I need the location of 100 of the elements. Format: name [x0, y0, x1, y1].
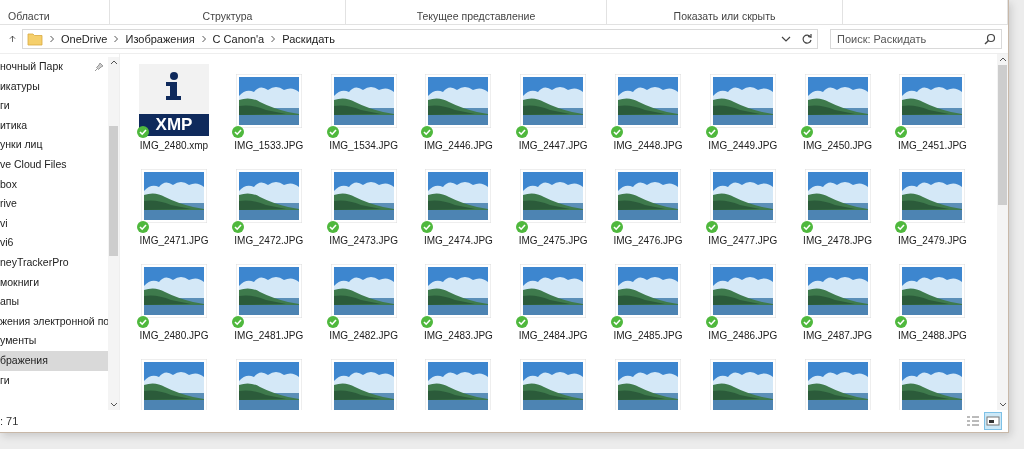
file-item[interactable]: IMG_2478.JPG	[795, 157, 880, 252]
file-name: IMG_2485.JPG	[613, 330, 683, 341]
scroll-down-icon[interactable]	[109, 402, 118, 407]
file-item[interactable]: IMG_2483.JPG	[416, 252, 501, 347]
file-item[interactable]: IMG_2448.JPG	[606, 62, 690, 157]
icons-view-button[interactable]	[984, 412, 1002, 430]
file-name: IMG_2487.JPG	[803, 330, 873, 341]
landscape-image-icon	[709, 169, 776, 223]
landscape-image-icon	[425, 264, 492, 318]
file-item[interactable]: IMG_2476.JPG	[606, 157, 690, 252]
file-item[interactable]: IMG_2480.JPG	[132, 252, 216, 347]
landscape-image-icon	[615, 74, 681, 128]
landscape-image-icon	[615, 359, 681, 410]
search-icon	[984, 33, 996, 45]
sidebar-item[interactable]: ги	[0, 370, 108, 391]
sidebar-item[interactable]: икатуры	[0, 76, 108, 97]
scroll-down-icon[interactable]	[998, 402, 1007, 407]
file-name: IMG_2477.JPG	[708, 235, 778, 246]
landscape-image-icon	[330, 359, 397, 410]
sidebar-item[interactable]: box	[0, 174, 108, 195]
file-item[interactable]: IMG_2446.JPG	[416, 62, 501, 157]
file-item[interactable]: IMG_2488.JPG	[890, 252, 975, 347]
file-item[interactable]: IMG_2475.JPG	[511, 157, 596, 252]
file-item[interactable]: IMG_2481.JPG	[226, 252, 311, 347]
breadcrumb[interactable]: Изображения	[125, 33, 195, 45]
breadcrumb[interactable]: Раскидать	[282, 33, 335, 45]
scrollbar[interactable]	[997, 54, 1008, 410]
landscape-image-icon	[899, 359, 966, 410]
file-item[interactable]: IMG_2471.JPG	[132, 157, 216, 252]
file-item[interactable]: IMG_2472.JPG	[226, 157, 311, 252]
sidebar-item[interactable]: rive	[0, 194, 108, 214]
landscape-image-icon	[235, 74, 302, 128]
scroll-up-icon[interactable]	[109, 60, 118, 65]
address-bar[interactable]: OneDrive Изображения C Canon'a Раскидать	[22, 29, 818, 49]
file-item[interactable]: IMG_2482.JPG	[321, 252, 406, 347]
landscape-image-icon	[615, 264, 681, 318]
search-field[interactable]: Поиск: Раскидать	[830, 29, 1002, 49]
sidebar-item[interactable]: vi	[0, 213, 108, 234]
file-name: IMG_2449.JPG	[708, 140, 778, 151]
file-item[interactable]: XMP IMG_2480.xmp	[132, 62, 216, 157]
breadcrumb[interactable]: OneDrive	[61, 33, 108, 45]
sidebar-item[interactable]: бражения	[0, 350, 108, 371]
file-item[interactable]: IMG_2450.JPG	[795, 62, 880, 157]
sidebar-item[interactable]: жения электронной по	[0, 311, 108, 332]
file-name: IMG_2450.JPG	[803, 140, 873, 151]
landscape-image-icon	[615, 169, 681, 223]
sidebar-item[interactable]: ги	[0, 96, 108, 116]
sidebar-item[interactable]: ументы	[0, 331, 108, 351]
file-name: IMG_2486.JPG	[708, 330, 778, 341]
file-name: IMG_2474.JPG	[423, 235, 493, 246]
file-name: IMG_1534.JPG	[329, 140, 399, 151]
file-name: IMG_2480.JPG	[139, 330, 209, 341]
sidebar-item[interactable]: мокниги	[0, 272, 108, 293]
sidebar-item[interactable]: апы	[0, 292, 108, 312]
landscape-image-icon	[330, 169, 397, 223]
file-item[interactable]: IMG_1534.JPG	[321, 62, 406, 157]
file-item[interactable]: IMG_2451.JPG	[890, 62, 975, 157]
sidebar-item[interactable]: neyTrackerPro	[0, 252, 108, 273]
file-name: IMG_2482.JPG	[329, 330, 399, 341]
file-item[interactable]: IMG_2474.JPG	[416, 157, 501, 252]
landscape-image-icon	[425, 169, 492, 223]
info-icon	[164, 72, 184, 100]
scroll-up-icon[interactable]	[998, 57, 1007, 62]
landscape-image-icon	[425, 359, 492, 410]
file-name: IMG_2448.JPG	[613, 140, 683, 151]
item-count: : 71	[0, 415, 19, 427]
up-arrow-icon[interactable]	[9, 33, 16, 45]
file-name: IMG_2483.JPG	[423, 330, 493, 341]
file-item[interactable]: IMG_2477.JPG	[700, 157, 785, 252]
sidebar-item[interactable]: итика	[0, 115, 108, 136]
file-type-label: XMP	[139, 114, 209, 136]
pin-icon[interactable]	[94, 62, 104, 72]
file-name: IMG_2472.JPG	[234, 235, 304, 246]
file-name: IMG_2488.JPG	[897, 330, 967, 341]
dropdown-icon[interactable]	[781, 36, 791, 42]
file-item[interactable]: IMG_1533.JPG	[226, 62, 311, 157]
file-item[interactable]: IMG_2485.JPG	[606, 252, 690, 347]
file-item[interactable]: IMG_2449.JPG	[700, 62, 785, 157]
sidebar-item[interactable]: ночный Парк	[0, 57, 108, 77]
sidebar-item[interactable]: ve Cloud Files	[0, 154, 108, 175]
landscape-image-icon	[520, 264, 587, 318]
landscape-image-icon	[141, 264, 207, 318]
file-item[interactable]: IMG_2479.JPG	[890, 157, 975, 252]
file-name: IMG_2476.JPG	[613, 235, 683, 246]
breadcrumb[interactable]: C Canon'a	[212, 33, 265, 45]
landscape-image-icon	[425, 74, 492, 128]
file-name: IMG_2471.JPG	[139, 235, 209, 246]
landscape-image-icon	[804, 74, 871, 128]
sidebar-item[interactable]: vi6	[0, 233, 108, 253]
file-item[interactable]: IMG_2447.JPG	[511, 62, 596, 157]
scrollbar[interactable]	[108, 57, 119, 410]
file-item[interactable]: IMG_2473.JPG	[321, 157, 406, 252]
sidebar-item[interactable]: унки лиц	[0, 135, 108, 155]
file-item[interactable]: IMG_2486.JPG	[700, 252, 785, 347]
file-item[interactable]: IMG_2484.JPG	[511, 252, 596, 347]
landscape-image-icon	[235, 169, 302, 223]
refresh-icon[interactable]	[801, 33, 813, 45]
file-name: IMG_2447.JPG	[518, 140, 588, 151]
file-item[interactable]: IMG_2487.JPG	[795, 252, 880, 347]
landscape-image-icon	[141, 169, 207, 223]
